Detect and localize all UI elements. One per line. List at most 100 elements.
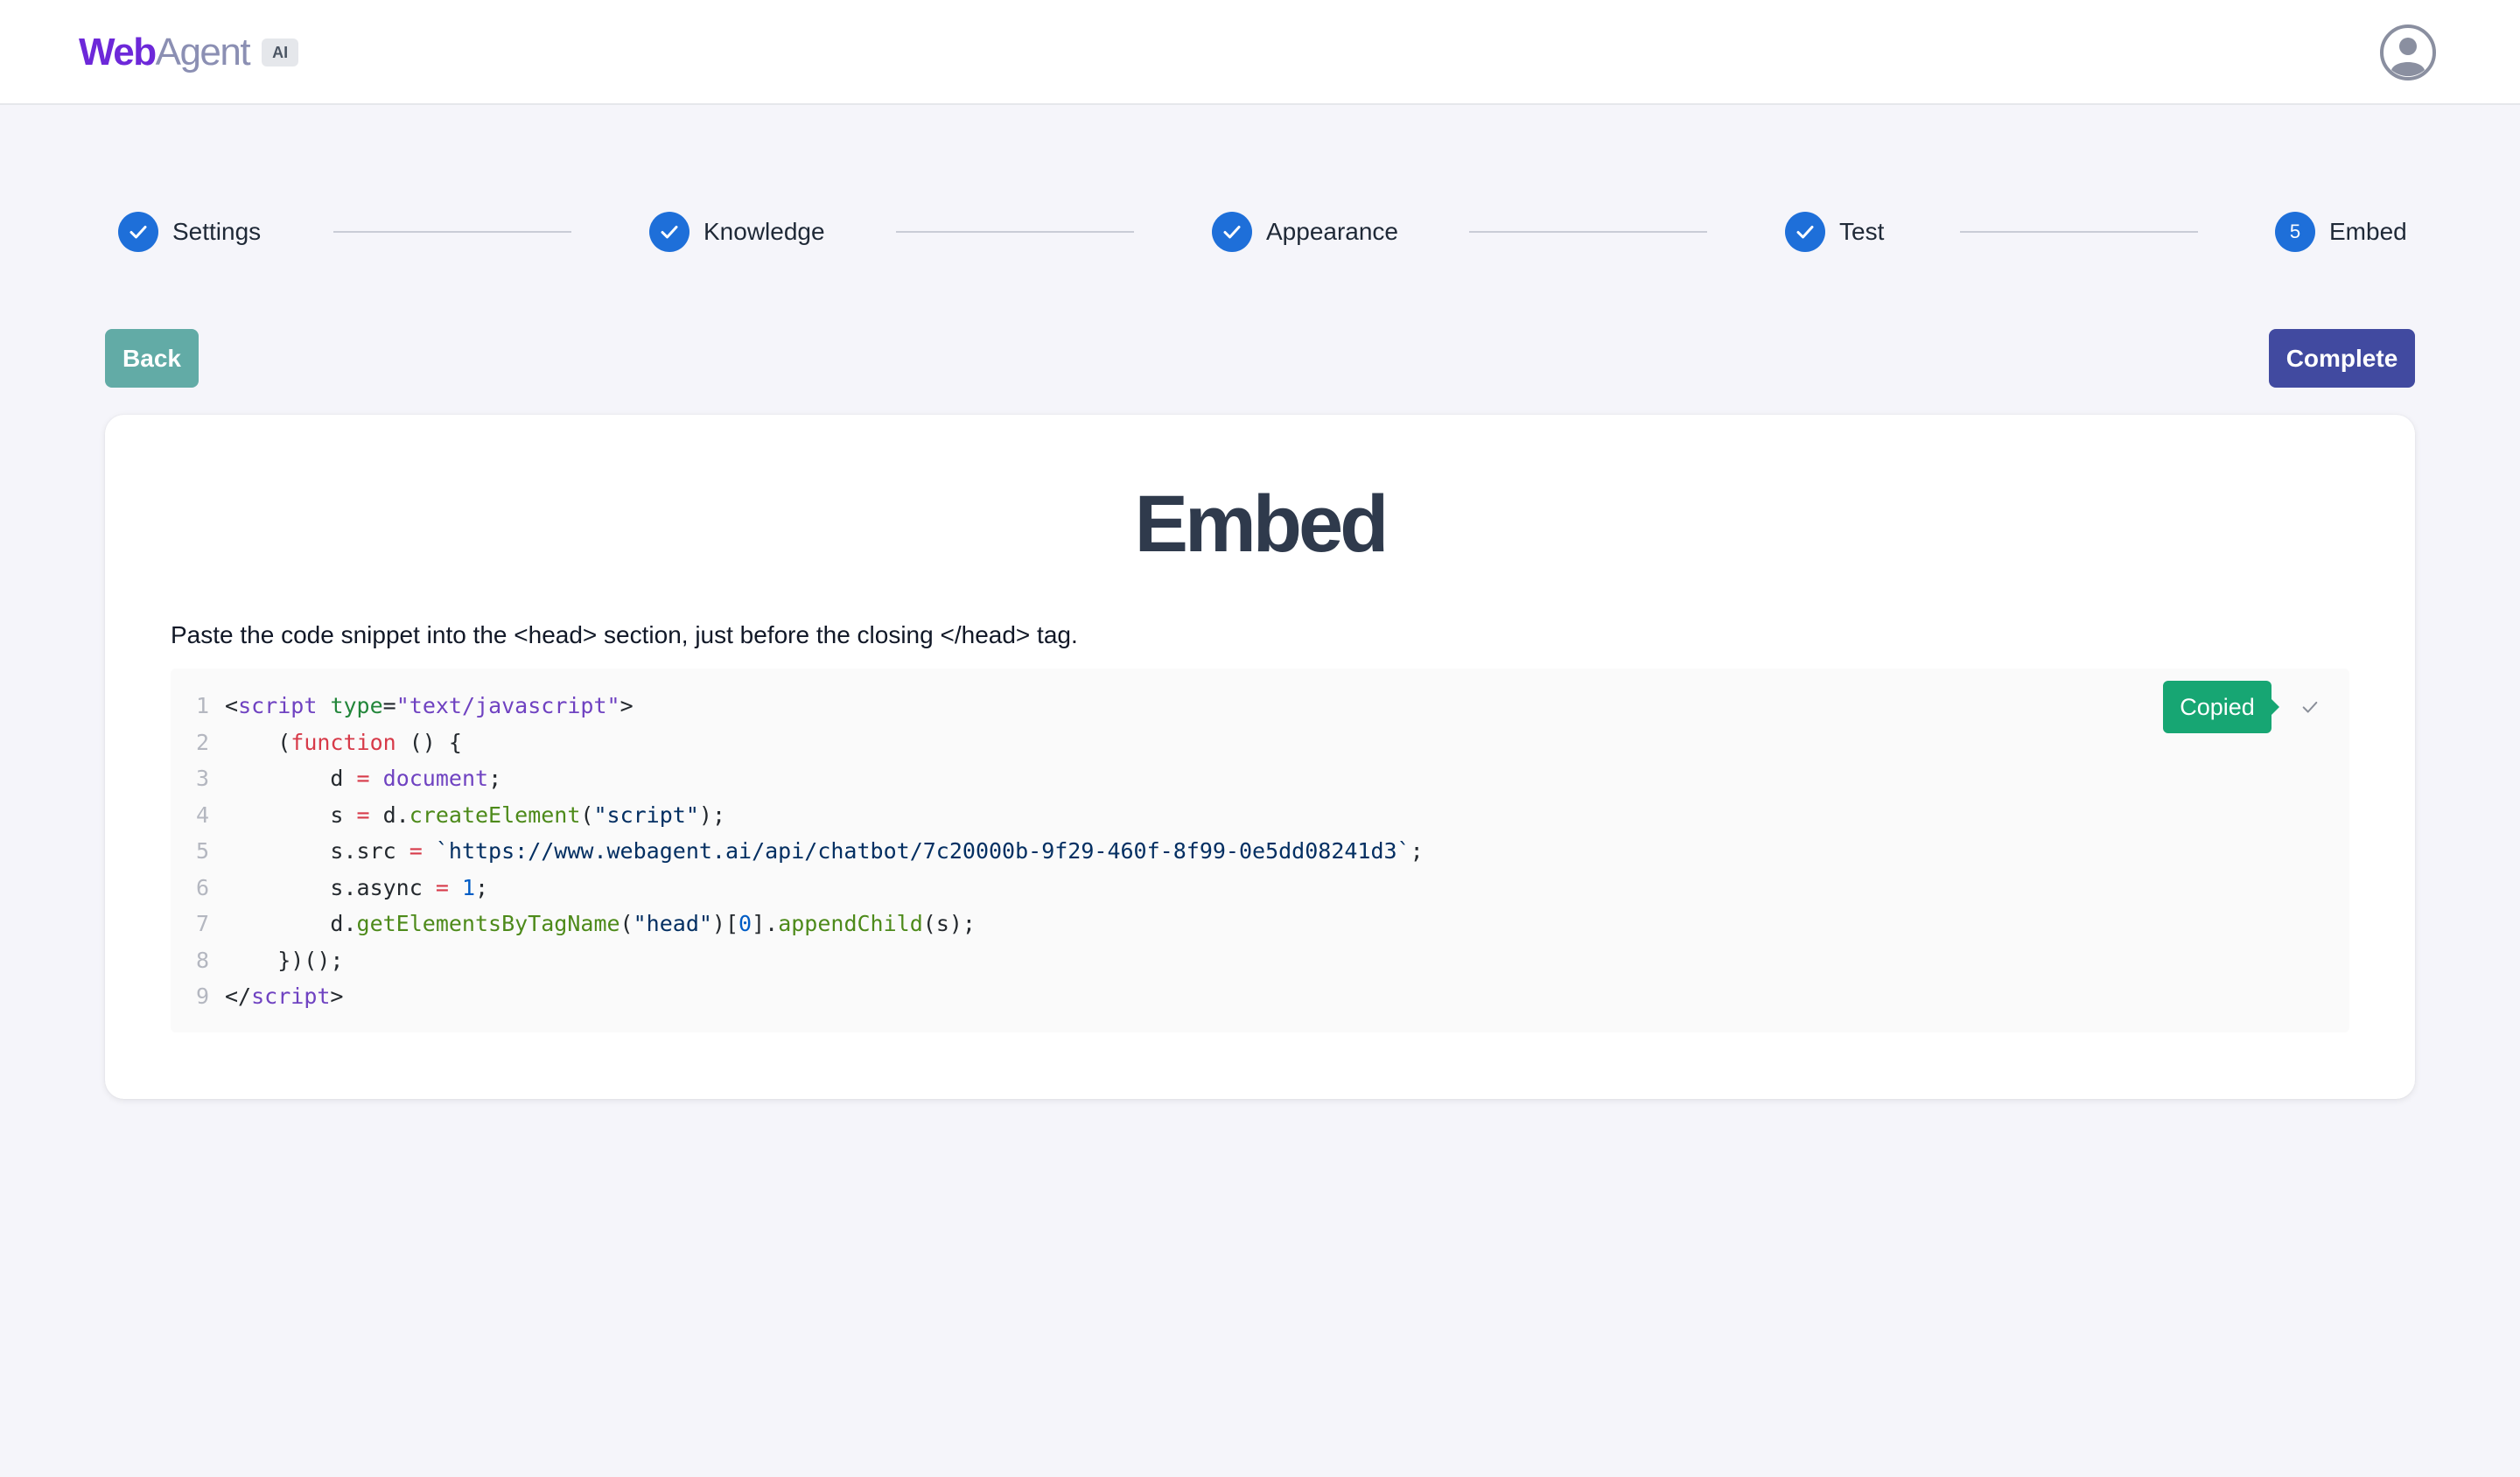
code-token: = (409, 838, 423, 864)
step-knowledge[interactable]: Knowledge (649, 212, 825, 252)
step-label: Appearance (1266, 218, 1399, 245)
code-line: 8 })(); (171, 942, 1424, 979)
line-number: 6 (195, 874, 209, 900)
code-token: function (290, 729, 396, 755)
page-title: Embed (1134, 480, 1390, 569)
code-token: (s); (922, 911, 976, 936)
step-test[interactable]: Test (1785, 212, 1884, 252)
line-number: 4 (195, 802, 209, 828)
code-token: d (225, 766, 357, 791)
line-number: 7 (195, 911, 209, 936)
code-token: ; (488, 766, 502, 791)
step-complete-check-icon (1212, 212, 1252, 252)
code-line: 9 </script> (171, 978, 1424, 1015)
copy-button[interactable] (2292, 691, 2328, 723)
webagent-logo[interactable]: WebAgent AI (79, 30, 299, 75)
code-line: 5 s.src = `https://www.webagent.ai/api/c… (171, 833, 1424, 870)
logo-ai-badge: AI (262, 38, 299, 66)
line-number: 8 (195, 947, 209, 973)
step-complete-check-icon (649, 212, 690, 252)
step-appearance[interactable]: Appearance (1212, 212, 1398, 252)
code-line: 2 (function () { (171, 724, 1424, 761)
code-token: = (356, 766, 370, 791)
code-token: > (330, 984, 344, 1009)
code-line: 4 s = d.createElement("script"); (171, 797, 1424, 834)
back-button[interactable]: Back (105, 329, 199, 388)
code-token: ( (580, 802, 594, 828)
top-header: WebAgent AI (0, 0, 2520, 105)
step-embed[interactable]: 5 Embed (2275, 212, 2407, 252)
code-text: s.async = 1; (209, 870, 488, 906)
code-text: d.getElementsByTagName("head")[0].append… (209, 906, 976, 942)
embed-card: Embed Paste the code snippet into the <h… (105, 415, 2415, 1099)
code-token: s.async (225, 874, 436, 900)
code-text: s = d.createElement("script"); (209, 797, 725, 834)
code-token: > (620, 693, 634, 718)
code-token: d. (369, 802, 410, 828)
user-circle-icon (2380, 24, 2436, 80)
code-token: createElement (409, 802, 581, 828)
code-token: script (238, 693, 318, 718)
code-snippet-block[interactable]: 1 <script type="text/javascript"> 2 (funct… (171, 668, 2349, 1032)
check-icon (2302, 701, 2318, 713)
code-token: ]. (752, 911, 779, 936)
code-token: ); (698, 802, 725, 828)
step-connector (1960, 231, 2198, 233)
code-token: document (382, 766, 489, 791)
line-number: 2 (195, 729, 209, 755)
step-label: Test (1839, 218, 1885, 245)
step-number: 5 (2289, 220, 2301, 242)
code-token: ; (475, 874, 489, 900)
code-token: = (382, 693, 396, 718)
code-token: `https://www.webagent.ai/api/chatbot/7c2… (435, 838, 1410, 864)
code-token: = (435, 874, 449, 900)
code-token: 0 (738, 911, 752, 936)
code-text: <script type="text/javascript"> (209, 688, 634, 724)
code-token: })(); (225, 947, 344, 973)
code-text: (function () { (209, 724, 462, 761)
step-label: Knowledge (704, 218, 825, 245)
code-text: </script> (209, 978, 343, 1015)
logo-text: WebAgent (79, 30, 251, 75)
code-token: () { (396, 729, 462, 755)
step-settings[interactable]: Settings (118, 212, 261, 252)
code-text: d = document; (209, 760, 501, 797)
complete-button[interactable]: Complete (2269, 329, 2415, 388)
code-token: < (225, 693, 239, 718)
line-number: 1 (195, 693, 209, 718)
code-lines: 1 <script type="text/javascript"> 2 (funct… (171, 688, 1424, 1015)
code-token: s.src (225, 838, 410, 864)
line-number: 3 (195, 766, 209, 791)
code-line: 1 <script type="text/javascript"> (171, 688, 1424, 724)
code-token: type (330, 693, 383, 718)
step-complete-check-icon (1785, 212, 1825, 252)
copied-tooltip: Copied (2163, 681, 2279, 733)
embed-instructions: Paste the code snippet into the <head> s… (171, 621, 1078, 648)
line-number: 5 (195, 838, 209, 864)
step-connector (333, 231, 571, 233)
code-token: appendChild (778, 911, 923, 936)
user-avatar[interactable] (2380, 24, 2436, 80)
logo-web-text: Web (79, 31, 157, 74)
code-token: "head" (633, 911, 712, 936)
code-token: "text/javascript" (396, 693, 620, 718)
step-label: Settings (172, 218, 262, 245)
code-token: 1 (461, 874, 476, 900)
step-number-badge: 5 (2275, 212, 2315, 252)
code-line: 7 d.getElementsByTagName("head")[0].appe… (171, 906, 1424, 942)
step-connector (1469, 231, 1707, 233)
code-token: </ (225, 984, 252, 1009)
code-text: })(); (209, 942, 343, 979)
step-label: Embed (2329, 218, 2407, 245)
code-token: ( (225, 729, 291, 755)
step-complete-check-icon (118, 212, 158, 252)
wizard-stepper: Settings Knowledge Appearance Test 5 Emb… (0, 201, 2520, 262)
code-token: d. (225, 911, 357, 936)
code-token: )[ (711, 911, 739, 936)
code-line: 6 s.async = 1; (171, 870, 1424, 906)
code-text: s.src = `https://www.webagent.ai/api/cha… (209, 833, 1423, 870)
